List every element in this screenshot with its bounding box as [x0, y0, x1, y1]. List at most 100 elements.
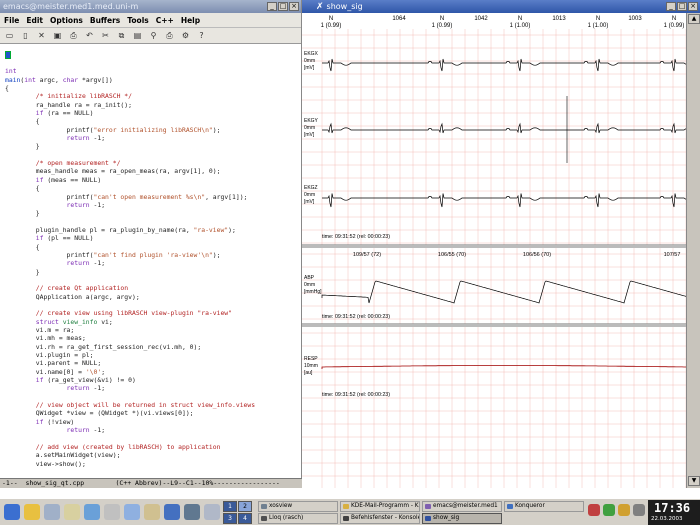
desktop: emacs@meister.med1.med.uni-m _ □ × File … [0, 0, 700, 525]
beat-label: N [672, 16, 676, 22]
lock-icon[interactable] [204, 504, 220, 520]
code-line: // view object will be returned in struc… [5, 401, 256, 410]
code-line: ra_handle ra = ra_init(); [5, 100, 132, 109]
home-folder-icon[interactable] [24, 504, 40, 520]
cut-icon[interactable]: ✂ [101, 31, 110, 40]
task-emacs[interactable]: emacs@meister.med1 [422, 501, 502, 512]
close-button[interactable]: × [688, 2, 698, 11]
menu-tools[interactable]: Tools [127, 16, 148, 25]
code-line: struct view_info vi; [5, 317, 113, 326]
signal-canvas[interactable]: N 1 (0.99) 1064 N 1 (0.99) 1042 N 1 (1.0… [302, 13, 687, 488]
beat-label: N [518, 16, 522, 22]
beat-sub: 1 (1.00) [510, 23, 531, 29]
code-line: // add view (created by libRASCH) to app… [5, 442, 221, 451]
tray-clipboard-icon[interactable] [618, 504, 630, 516]
settings-icon[interactable]: ⚙ [181, 31, 190, 40]
pager-desktop-1[interactable]: 1 [223, 501, 237, 512]
editor-icon[interactable] [104, 504, 120, 520]
minimize-button[interactable]: _ [666, 2, 676, 11]
beat-sub: 1 (1.00) [588, 23, 609, 29]
scroll-up-arrow[interactable]: ▲ [688, 14, 700, 24]
print-icon[interactable]: ⎙ [69, 31, 78, 40]
code-line: view->show(); [5, 459, 86, 468]
pager-desktop-3[interactable]: 3 [223, 513, 237, 524]
office-icon[interactable] [144, 504, 160, 520]
code-line: int [5, 67, 17, 76]
svg-text:[mmHg]: [mmHg] [304, 289, 322, 295]
signal-view[interactable]: N 1 (0.99) 1064 N 1 (0.99) 1042 N 1 (1.0… [302, 13, 687, 488]
vertical-scrollbar[interactable]: ▲ ▼ [686, 13, 700, 488]
clock[interactable]: 17:36 22.03.2003 [648, 500, 700, 525]
paste-icon[interactable]: ▤ [133, 31, 142, 40]
network-icon[interactable] [124, 504, 140, 520]
pager-desktop-2[interactable]: 2 [238, 501, 252, 512]
tray-app-icon[interactable] [588, 504, 600, 516]
help-icon[interactable] [164, 504, 180, 520]
svg-text:EKGX: EKGX [304, 51, 319, 57]
browser-icon[interactable] [84, 504, 100, 520]
beat-label: N [329, 16, 333, 22]
menu-file[interactable]: File [4, 16, 19, 25]
clock-time: 17:36 [654, 501, 691, 515]
open-folder-icon[interactable]: ▭ [5, 31, 14, 40]
tray-volume-icon[interactable] [633, 504, 645, 516]
show-sig-titlebar[interactable]: ✗ show_sig _ □ × [302, 0, 700, 13]
task-konsole[interactable]: Befehlsfenster - Konsole [340, 513, 420, 524]
k-menu-icon[interactable] [4, 504, 20, 520]
code-line: } [5, 267, 40, 276]
scroll-down-arrow[interactable]: ▼ [688, 476, 700, 486]
undo-icon[interactable]: ↶ [85, 31, 94, 40]
task-lloq[interactable]: Lloq (rasch) [258, 513, 338, 524]
echo-area[interactable] [0, 488, 700, 498]
code-line: QApplication a(argc, argv); [5, 292, 140, 301]
open-file-icon[interactable]: ▯ [21, 31, 30, 40]
menu-help[interactable]: Help [181, 16, 200, 25]
task-xosview[interactable]: xosview [258, 501, 338, 512]
code-line: printf("error initializing libRASCH\n"); [5, 125, 221, 134]
task-show-sig[interactable]: show_sig [422, 513, 502, 524]
menu-cpp[interactable]: C++ [156, 16, 174, 25]
maximize-button[interactable]: □ [278, 2, 288, 11]
print-icon[interactable]: ⎙ [165, 31, 174, 40]
copy-icon[interactable]: ⧉ [117, 31, 126, 40]
code-line: printf("can't open measurement %s\n", ar… [5, 192, 248, 201]
code-editor[interactable]: int main(int argc, char *argv[]){ /* init… [0, 45, 301, 477]
menu-buffers[interactable]: Buffers [90, 16, 120, 25]
svg-text:EKGZ: EKGZ [304, 185, 318, 191]
menu-options[interactable]: Options [50, 16, 83, 25]
save-icon[interactable]: ▣ [53, 31, 62, 40]
rr-interval: 1013 [552, 16, 566, 22]
task-kmail[interactable]: KDE-Mail-Programm - K [340, 501, 420, 512]
maximize-button[interactable]: □ [677, 2, 687, 11]
tray-network-icon[interactable] [603, 504, 615, 516]
code-line: return -1; [5, 426, 106, 435]
desktop-pager: 1 2 3 4 [223, 501, 253, 524]
mail-icon[interactable] [64, 504, 80, 520]
help-icon[interactable]: ? [197, 31, 206, 40]
settings-icon[interactable] [184, 504, 200, 520]
search-icon[interactable]: ⚲ [149, 31, 158, 40]
emacs-toolbar: ▭ ▯ ✕ ▣ ⎙ ↶ ✂ ⧉ ▤ ⚲ ⎙ ⚙? [0, 28, 301, 44]
code-line: printf("can't find plugin 'ra-view'\n"); [5, 250, 221, 259]
terminal-icon[interactable] [44, 504, 60, 520]
pager-desktop-4[interactable]: 4 [238, 513, 252, 524]
svg-text:10mm: 10mm [304, 363, 318, 369]
code-line: return -1; [5, 134, 106, 143]
emacs-titlebar[interactable]: emacs@meister.med1.med.uni-m _ □ × [0, 0, 301, 13]
close-icon[interactable]: ✕ [37, 31, 46, 40]
svg-text:[mV]: [mV] [304, 65, 315, 71]
minimize-button[interactable]: _ [267, 2, 277, 11]
code-line: { [5, 84, 9, 93]
menu-edit[interactable]: Edit [26, 16, 43, 25]
rr-interval: 1003 [628, 16, 642, 22]
emacs-modeline: -1-- show_sig_qt.cpp (C++ Abbrev)--L9--C… [0, 478, 302, 488]
code-line: /* initialize libRASCH */ [5, 92, 132, 101]
svg-text:0mm: 0mm [304, 192, 315, 198]
beat-sub: 1 (0.99) [664, 23, 685, 29]
close-button[interactable]: × [289, 2, 299, 11]
task-konqueror[interactable]: Konqueror [504, 501, 584, 512]
